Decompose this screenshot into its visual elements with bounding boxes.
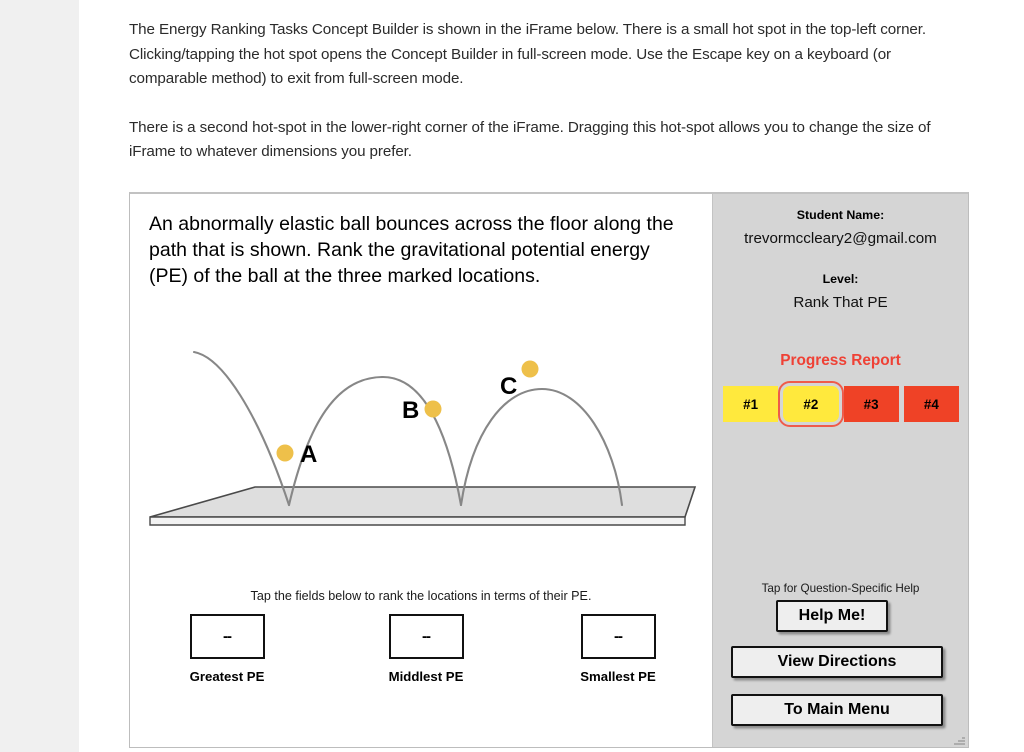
ranking-field-greatest: -- Greatest PE: [147, 614, 307, 684]
ball-label-a: A: [300, 441, 317, 468]
status-panel: Student Name: trevormccleary2@gmail.com …: [712, 194, 968, 747]
floor-top-face: [149, 486, 697, 518]
ball-marker-a: [276, 444, 294, 462]
ranking-field-middlest: -- Middlest PE: [346, 614, 506, 684]
student-name-label: Student Name:: [796, 208, 885, 222]
greatest-pe-label: Greatest PE: [189, 669, 265, 684]
to-main-menu-button[interactable]: To Main Menu: [731, 694, 943, 726]
question-prompt: An abnormally elastic ball bounces acros…: [149, 213, 674, 287]
screenshot-root: Energy Ranking Tasks Concept Builder The…: [0, 0, 1024, 752]
progress-chip-1[interactable]: #1: [723, 386, 779, 422]
ball-label-b: B: [402, 397, 419, 424]
smallest-pe-label: Smallest PE: [580, 669, 656, 684]
ball-label-c: C: [500, 373, 517, 400]
floor-plane: [149, 486, 697, 526]
progress-report-title: Progress Report: [780, 352, 901, 369]
help-me-button[interactable]: Help Me!: [776, 600, 888, 632]
ranking-field-smallest: -- Smallest PE: [538, 614, 698, 684]
view-directions-button[interactable]: View Directions: [731, 646, 943, 678]
progress-chip-row: #1 #2 #3 #4: [723, 381, 959, 427]
arc-1-descending: [192, 350, 291, 507]
activity-stage: An abnormally elastic ball bounces acros…: [130, 194, 712, 747]
page-left-gutter: [0, 0, 79, 752]
concept-builder-app: An abnormally elastic ball bounces acros…: [130, 194, 968, 747]
floor-front-edge: [149, 516, 686, 526]
student-name-value: trevormccleary2@gmail.com: [744, 230, 937, 247]
help-hint-text: Tap for Question-Specific Help: [761, 582, 920, 595]
progress-chip-2-wrap: #2: [778, 381, 844, 427]
ball-marker-b: [424, 400, 442, 418]
article-column: Energy Ranking Tasks Concept Builder The…: [129, 0, 969, 165]
smallest-pe-input[interactable]: --: [580, 614, 656, 659]
iframe-resize-handle-icon[interactable]: [952, 732, 966, 746]
progress-chip-4-wrap: #4: [903, 386, 959, 422]
level-label: Level:: [822, 272, 859, 286]
ranking-instruction: Tap the fields below to rank the locatio…: [250, 589, 592, 603]
progress-chip-4[interactable]: #4: [903, 386, 959, 422]
intro-paragraph-2: There is a second hot-spot in the lower-…: [129, 118, 931, 161]
progress-chip-3[interactable]: #3: [843, 386, 899, 422]
concept-builder-iframe[interactable]: An abnormally elastic ball bounces acros…: [129, 192, 969, 748]
progress-chip-1-wrap: #1: [723, 386, 779, 422]
ranking-fields: -- Greatest PE -- Middlest PE -- Smalles…: [130, 614, 712, 714]
greatest-pe-input[interactable]: --: [189, 614, 265, 659]
level-value: Rank That PE: [793, 294, 888, 311]
middlest-pe-label: Middlest PE: [388, 669, 464, 684]
progress-chip-2[interactable]: #2: [783, 386, 839, 422]
bouncing-ball-diagram: A B C: [149, 350, 697, 526]
intro-paragraph-1: The Energy Ranking Tasks Concept Builder…: [129, 21, 926, 87]
progress-chip-3-wrap: #3: [843, 386, 899, 422]
trajectory-path: [192, 350, 624, 507]
ball-marker-c: [521, 360, 539, 378]
middlest-pe-input[interactable]: --: [388, 614, 464, 659]
